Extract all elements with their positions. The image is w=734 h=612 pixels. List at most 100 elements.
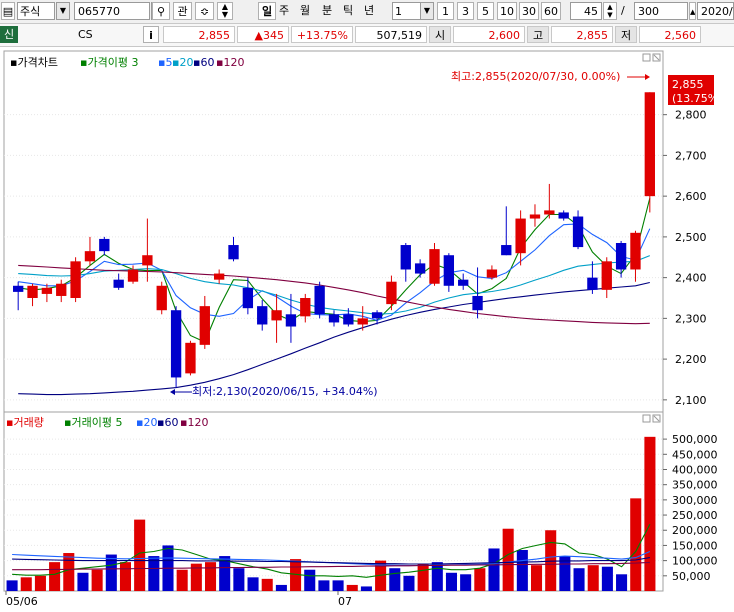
candle-body [572, 216, 584, 248]
gwan-button[interactable]: 관 [173, 2, 192, 20]
interval-dropdown-icon[interactable]: ▼ [420, 2, 434, 20]
spin-icon[interactable]: ▲ ▼ [217, 2, 233, 20]
legend-ma5: ▪5 [158, 56, 172, 69]
candle-body [386, 281, 397, 305]
price-chart-title: 가격차트 [17, 56, 57, 69]
volume-bar [148, 556, 160, 591]
candle-body [371, 312, 383, 319]
candle-body [84, 251, 96, 262]
volume-bar [417, 563, 429, 591]
count-input[interactable]: 45 [570, 2, 602, 20]
candle-body [357, 318, 368, 325]
period-tick-button[interactable]: 틱 [343, 2, 359, 20]
stock-chart[interactable]: 2,100 2,200 2,300 2,400 2,500 2,600 2,700 2,800… [0, 46, 734, 612]
high-value: 2,855 [551, 26, 613, 43]
market-dropdown-icon[interactable]: ▼ [56, 2, 70, 20]
stock-name: CS [78, 28, 93, 41]
quick-interval-3[interactable]: 3 [457, 2, 474, 20]
volume-bar [204, 562, 217, 591]
candle-body [601, 261, 612, 290]
search-icon[interactable]: ⚲ [152, 2, 170, 20]
candle-body [271, 310, 282, 321]
price-tick-label: 2,200 [675, 353, 707, 366]
quick-interval-60[interactable]: 60 [541, 2, 561, 20]
volume-bar [616, 574, 628, 591]
candle-body [156, 285, 167, 311]
volume-bar [34, 575, 46, 591]
volume-tick-label: 450,000 [672, 448, 718, 461]
price-tick-label: 2,600 [675, 190, 707, 203]
candle-body [630, 232, 641, 270]
quick-interval-30[interactable]: 30 [519, 2, 539, 20]
new-tag: 신 [0, 26, 18, 43]
high-label: 고 [527, 26, 549, 43]
quick-interval-1[interactable]: 1 [437, 2, 454, 20]
date-input[interactable]: 2020/0 [697, 2, 734, 20]
total-input[interactable]: 300 [634, 2, 688, 20]
menu-icon[interactable]: ▤ [1, 2, 15, 20]
volume-bar [460, 574, 472, 591]
volume-tick-label: 150,000 [672, 539, 718, 552]
candle-body [328, 314, 340, 323]
candle-body [414, 263, 426, 274]
candle-body [587, 277, 598, 290]
candle-body [501, 245, 512, 256]
low-value: 2,560 [639, 26, 701, 43]
total-spin-icon[interactable]: ▲ [689, 2, 696, 20]
volume-bar [488, 548, 500, 591]
x-tick-label: 05/06 [6, 595, 38, 608]
volume-bar [233, 568, 245, 591]
volume-bar [346, 584, 358, 591]
candle-body [443, 255, 455, 286]
candle-body [472, 295, 483, 311]
price-tick-label: 2,100 [675, 394, 707, 407]
info-icon[interactable]: i [143, 26, 159, 43]
period-year-button[interactable]: 년 [364, 2, 380, 20]
candle-body [99, 238, 110, 252]
volume-bar [360, 586, 372, 591]
svg-text:▪거래량: ▪거래량 [6, 416, 44, 429]
price-legend: ▪가격차트 ▪가격이평 3 ▪5 ▪20 ▪60 ▪120 [10, 56, 244, 69]
volume-bar [6, 580, 18, 591]
volume-bar [63, 553, 75, 591]
legend-vol-ma5: ▪거래이평 5 [64, 416, 122, 429]
quick-interval-10[interactable]: 10 [497, 2, 517, 20]
period-week-button[interactable]: 주 [279, 2, 295, 20]
legend-ma60: ▪60 [193, 56, 214, 69]
sort-icon[interactable]: ≎ [195, 2, 214, 20]
volume-tick-label: 350,000 [672, 479, 718, 492]
candle-body [515, 218, 526, 254]
legend-vol-ma60: ▪60 [157, 416, 178, 429]
volume-bar [77, 572, 89, 591]
quick-interval-5[interactable]: 5 [477, 2, 494, 20]
interval-select[interactable]: 1 [392, 2, 422, 20]
volume-bar [644, 436, 656, 591]
candle-body [429, 249, 440, 284]
count-spin-icon[interactable]: ▲ ▼ [603, 2, 617, 20]
price-tick-label: 2,400 [675, 272, 707, 285]
volume-bar [389, 568, 401, 591]
period-month-button[interactable]: 월 [300, 2, 316, 20]
legend-ma3: ▪가격이평 3 [80, 56, 138, 69]
volume-tick-label: 250,000 [672, 509, 718, 522]
candle-body [27, 285, 38, 298]
candle-body [127, 269, 139, 282]
price-change: ▲345 [237, 26, 289, 43]
candle-body [257, 306, 268, 325]
period-minute-button[interactable]: 분 [322, 2, 338, 20]
legend-vol-ma120: ▪120 [180, 416, 208, 429]
quote-bar: 신 CS i 2,855 ▲345 +13.75% 507,519 시 2,60… [0, 24, 734, 47]
volume-bar [20, 577, 32, 591]
stock-code-input[interactable]: 065770 [74, 2, 150, 20]
toolbar: ▤ 주식 ▼ 065770 ▼ ⚲ 관 ≎ ▲▼ 일 주 월 분 틱 년 1 ▼… [0, 0, 734, 24]
candle-body [113, 279, 124, 288]
change-percent: +13.75% [291, 26, 353, 43]
volume-tick-label: 400,000 [672, 463, 718, 476]
price-tick-label: 2,300 [675, 312, 707, 325]
period-day-button[interactable]: 일 [258, 2, 276, 20]
candle-body [170, 310, 182, 378]
candle-body [13, 285, 24, 292]
x-tick-label: 07 [338, 595, 352, 608]
volume-legend: ▪거래량 ▪거래이평 5 ▪20 ▪60 ▪120 [6, 416, 208, 429]
market-select[interactable]: 주식 [17, 2, 55, 20]
